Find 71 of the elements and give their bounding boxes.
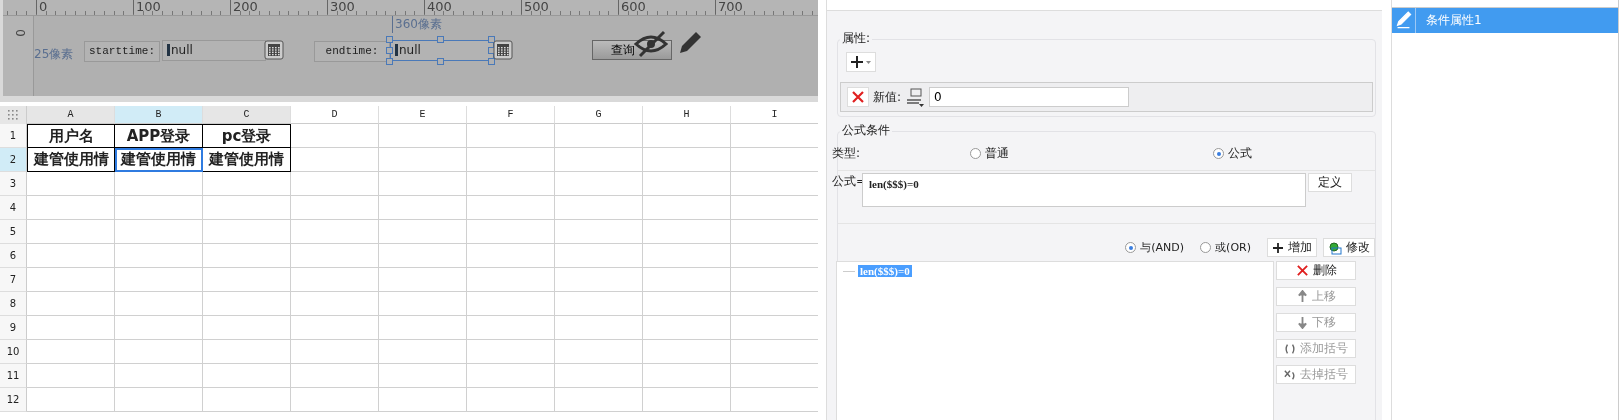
close-icon (851, 90, 865, 104)
close-icon (1295, 264, 1309, 277)
ruler-label: 700 (715, 0, 743, 14)
plus-icon (849, 54, 873, 70)
date-field[interactable]: null (390, 40, 494, 61)
ruler-label: 0 (13, 29, 28, 37)
ruler-label: 200 (230, 0, 258, 14)
delete-button[interactable]: 删除 (1276, 261, 1356, 280)
row-header[interactable]: 7 (0, 268, 27, 292)
date-field[interactable]: null (162, 40, 266, 61)
logic-radio[interactable]: 与(AND) (1125, 240, 1185, 255)
column-header[interactable]: G (555, 106, 643, 124)
group-title: 公式条件 (840, 122, 892, 139)
row-header[interactable]: 2 (0, 148, 27, 172)
parameter-label: endtime: (314, 41, 390, 62)
ruler-label: 0 (36, 0, 48, 14)
row-header[interactable]: 12 (0, 388, 27, 412)
table-cell: 建管使用情 (115, 148, 203, 172)
bracket-icon (1284, 342, 1296, 355)
value-field[interactable]: 0 (929, 87, 1130, 107)
row-header[interactable]: 11 (0, 364, 27, 388)
width-label: 360像素 (392, 16, 442, 33)
column-header[interactable]: A (27, 106, 115, 124)
arrow-down-icon (1296, 316, 1308, 329)
ruler-label: 500 (521, 0, 549, 14)
row-header[interactable]: 9 (0, 316, 27, 340)
column-header[interactable]: E (379, 106, 467, 124)
table-cell: pc登录 (203, 124, 291, 148)
value-type-icon[interactable] (905, 87, 926, 107)
logic-radio[interactable]: 或(OR) (1200, 240, 1251, 255)
new-value-label: 新值: (873, 88, 902, 106)
ruler-label: 600 (618, 0, 646, 14)
ruler-label: 400 (424, 0, 452, 14)
table-cell: 用户名 (27, 124, 115, 148)
table-cell: 建管使用情 (27, 148, 115, 172)
type-radio[interactable]: 公式 (1213, 145, 1252, 162)
row-header[interactable]: 4 (0, 196, 27, 220)
hidden-eye-icon[interactable] (634, 30, 668, 58)
height-label: 25像素 (34, 46, 74, 63)
gear-icon (1328, 240, 1342, 255)
arrow-up-icon (1296, 290, 1308, 303)
column-header[interactable]: H (643, 106, 731, 124)
calendar-icon[interactable] (264, 40, 284, 60)
row-header[interactable]: 8 (0, 292, 27, 316)
row-header[interactable]: 10 (0, 340, 27, 364)
calendar-icon[interactable] (493, 40, 513, 60)
type-radio[interactable]: 普通 (970, 145, 1009, 162)
row-header[interactable]: 1 (0, 124, 27, 148)
table-cell: APP登录 (115, 124, 203, 148)
add-button[interactable]: 增加 (1267, 238, 1317, 257)
column-header[interactable]: C (203, 106, 291, 124)
delete-button[interactable] (847, 87, 869, 107)
add-property-button[interactable] (846, 52, 876, 72)
parameter-label: starttime: (84, 41, 160, 62)
ruler-label: 300 (327, 0, 355, 14)
plus-icon (1272, 241, 1284, 254)
ruler-label: 100 (133, 0, 161, 14)
select-all-icon[interactable] (8, 110, 18, 120)
remove-bracket-icon (1284, 368, 1296, 381)
column-header[interactable]: B (115, 106, 203, 124)
define-button[interactable]: 定义 (1308, 173, 1352, 192)
modify-button[interactable]: 修改 (1323, 238, 1375, 257)
type-label: 类型: (832, 144, 861, 162)
column-header[interactable]: F (467, 106, 555, 124)
row-header[interactable]: 3 (0, 172, 27, 196)
formula-field[interactable]: len($$$)=0 (862, 173, 1306, 207)
group-title: 属性: (840, 30, 873, 47)
table-cell: 建管使用情 (203, 148, 291, 172)
row-header[interactable]: 6 (0, 244, 27, 268)
row-header[interactable]: 5 (0, 220, 27, 244)
column-header[interactable]: D (291, 106, 379, 124)
